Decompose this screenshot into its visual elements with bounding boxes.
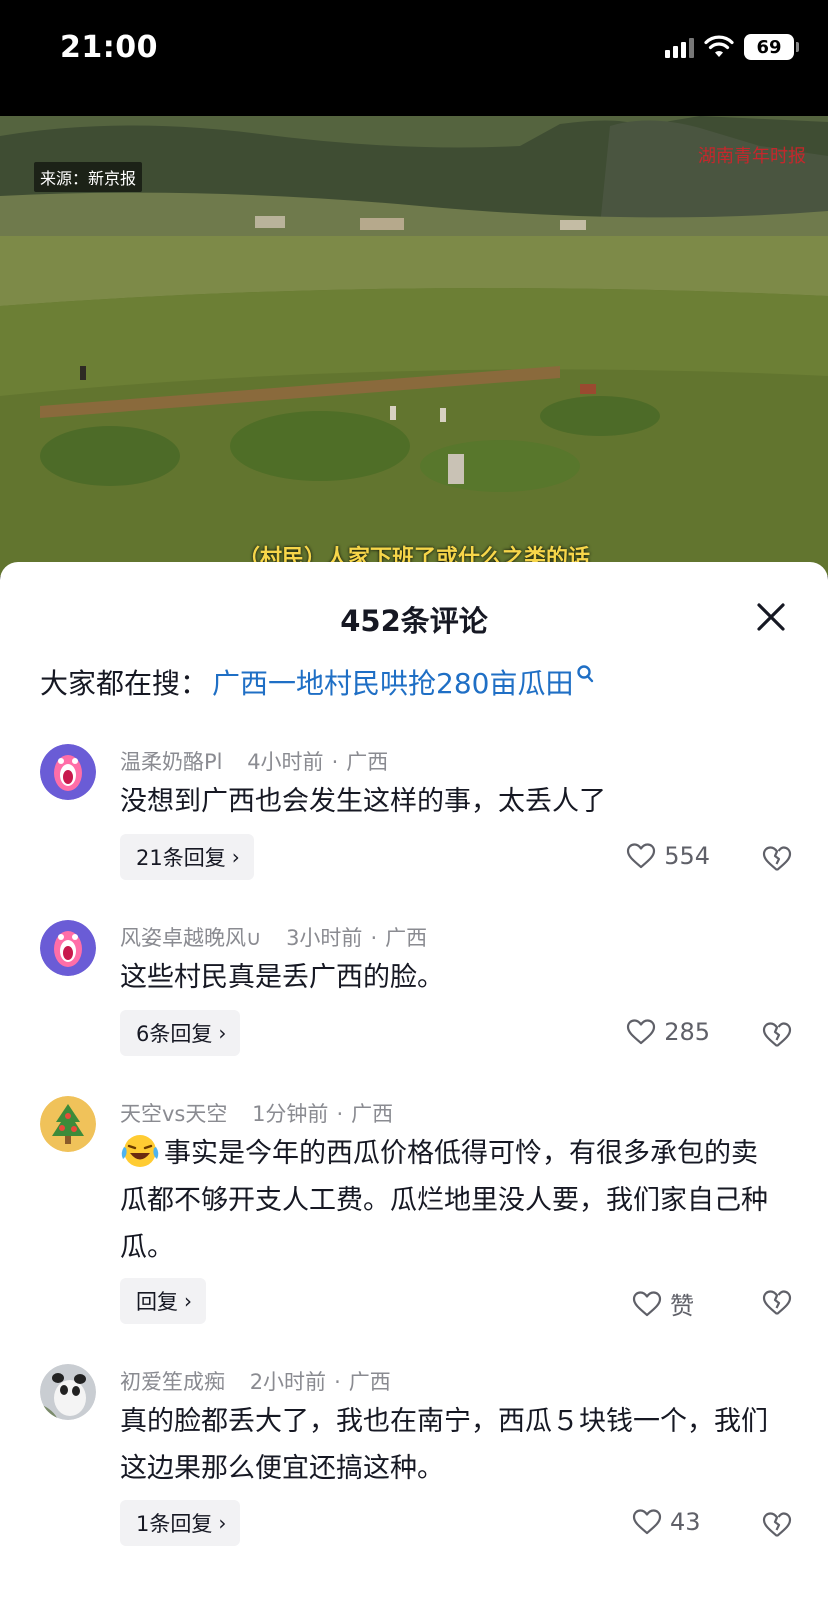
chevron-right-icon: › bbox=[184, 1289, 192, 1313]
battery-icon: 69 bbox=[744, 34, 799, 60]
status-icons: 69 bbox=[665, 34, 799, 60]
chevron-right-icon: › bbox=[218, 1511, 227, 1535]
video-field bbox=[0, 236, 828, 576]
comment-location: 广西 bbox=[346, 750, 389, 774]
status-time: 21:00 bbox=[60, 30, 158, 65]
comment-time: 3小时前 bbox=[286, 926, 363, 950]
comment-username[interactable]: 天空vs天空 bbox=[120, 1102, 227, 1126]
comments-sheet: 452条评论 大家都在搜： 广西一地村民哄抢280亩瓜田 温柔奶酪Pl 4小时前… bbox=[0, 562, 828, 1613]
comment-username[interactable]: 温柔奶酪Pl bbox=[120, 750, 223, 774]
chevron-right-icon: › bbox=[218, 1021, 227, 1045]
battery-level: 69 bbox=[756, 36, 782, 58]
avatar[interactable] bbox=[40, 744, 96, 800]
reply-label: 回复 bbox=[136, 1290, 178, 1314]
like-count: 赞 bbox=[670, 1292, 694, 1320]
heart-icon bbox=[632, 1509, 662, 1535]
like-count: 43 bbox=[670, 1508, 701, 1536]
video-player[interactable]: 来源：新京报 湖南青年时报 （村民）人家下班了或什么之类的话 bbox=[0, 116, 828, 576]
comment-location: 广西 bbox=[351, 1102, 394, 1126]
broken-heart-icon[interactable] bbox=[762, 1288, 792, 1318]
search-suggestion-prefix: 大家都在搜： bbox=[40, 667, 209, 700]
search-suggestion-link[interactable]: 广西一地村民哄抢280亩瓜田 bbox=[212, 662, 573, 702]
wifi-icon bbox=[704, 35, 734, 57]
like-button[interactable]: 285 bbox=[626, 1018, 710, 1046]
like-button[interactable]: 554 bbox=[626, 842, 710, 870]
broken-heart-icon[interactable] bbox=[762, 844, 792, 874]
video-source-tag: 来源：新京报 bbox=[34, 162, 143, 192]
reply-label: 6条回复 bbox=[136, 1022, 213, 1046]
comment-location: 广西 bbox=[348, 1370, 391, 1394]
view-replies-button[interactable]: 1条回复 › bbox=[120, 1500, 241, 1546]
comment-username[interactable]: 初爱笙成痴 bbox=[120, 1370, 225, 1394]
broken-heart-icon[interactable] bbox=[762, 1510, 792, 1540]
broken-heart-icon[interactable] bbox=[762, 1020, 792, 1050]
comment-text: 这些村民真是丢广西的脸。 bbox=[120, 962, 444, 993]
like-count: 285 bbox=[664, 1018, 710, 1046]
search-suggestion[interactable]: 大家都在搜： 广西一地村民哄抢280亩瓜田 bbox=[40, 662, 595, 702]
reply-label: 21条回复 bbox=[136, 846, 226, 870]
reply-label: 1条回复 bbox=[136, 1512, 213, 1536]
comment-time: 1分钟前 bbox=[252, 1102, 329, 1126]
comment-text: 没想到广西也会发生这样的事，太丢人了 bbox=[120, 786, 606, 817]
comment-text-block: 事实是今年的西瓜价格低得可怜，有很多承包的卖瓜都不够开支人工费。瓜烂地里没人要，… bbox=[120, 1130, 772, 1271]
like-count: 554 bbox=[664, 842, 710, 870]
comment-location: 广西 bbox=[385, 926, 428, 950]
comment-meta: 天空vs天空 1分钟前 · 广西 bbox=[120, 1102, 394, 1126]
chevron-right-icon: › bbox=[231, 845, 240, 869]
heart-icon bbox=[627, 1019, 656, 1045]
heart-icon bbox=[627, 843, 656, 869]
comment-time: 2小时前 bbox=[249, 1370, 327, 1394]
comments-title: 452条评论 bbox=[340, 604, 488, 638]
video-watermark: 湖南青年时报 bbox=[698, 146, 806, 167]
like-button[interactable]: 43 bbox=[632, 1508, 710, 1536]
avatar[interactable] bbox=[40, 920, 96, 976]
comment-username[interactable]: 风姿卓越晚风∪ bbox=[120, 926, 261, 950]
comment-text: 真的脸都丢大了，我也在南宁，西瓜５块钱一个，我们这边果那么便宜还搞这种。 bbox=[120, 1406, 768, 1484]
avatar[interactable] bbox=[40, 1096, 96, 1152]
close-icon[interactable] bbox=[754, 600, 788, 634]
heart-icon bbox=[632, 1290, 662, 1316]
signal-icon bbox=[665, 36, 694, 58]
comment-text: 事实是今年的西瓜价格低得可怜，有很多承包的卖瓜都不够开支人工费。瓜烂地里没人要，… bbox=[120, 1138, 768, 1263]
view-replies-button[interactable]: 21条回复 › bbox=[120, 834, 254, 880]
reply-button[interactable]: 回复 › bbox=[120, 1278, 206, 1324]
like-button[interactable]: 赞 bbox=[632, 1286, 710, 1321]
laughing-crying-emoji bbox=[121, 1135, 159, 1167]
comment-meta: 温柔奶酪Pl 4小时前 · 广西 bbox=[120, 750, 389, 774]
status-bar: 21:00 69 bbox=[0, 0, 828, 116]
comment-meta: 初爱笙成痴 2小时前 · 广西 bbox=[120, 1370, 391, 1394]
view-replies-button[interactable]: 6条回复 › bbox=[120, 1010, 241, 1056]
search-icon bbox=[577, 665, 594, 683]
comment-time: 4小时前 bbox=[247, 750, 324, 774]
avatar[interactable] bbox=[40, 1364, 96, 1420]
comment-meta: 风姿卓越晚风∪ 3小时前 · 广西 bbox=[120, 926, 428, 950]
